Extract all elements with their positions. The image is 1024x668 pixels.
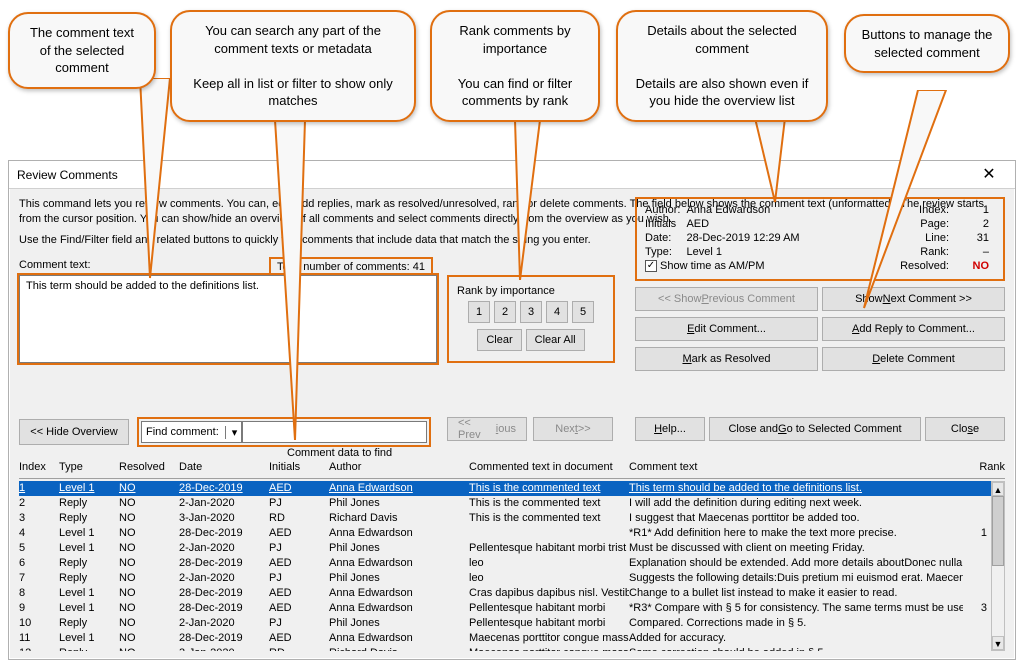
show-previous-button[interactable]: << Show Previous Comment [635, 287, 818, 311]
rank-clear-button[interactable]: Clear [477, 329, 521, 351]
comment-text-label: Comment text: [19, 259, 91, 271]
edit-comment-button[interactable]: Edit Comment... [635, 317, 818, 341]
rank-3-button[interactable]: 3 [520, 301, 542, 323]
find-mode-select[interactable]: Find comment:▾ [141, 421, 242, 443]
scroll-up-icon[interactable]: ▲ [992, 482, 1004, 496]
table-row[interactable]: 6ReplyNO28-Dec-2019AEDAnna EdwardsonleoE… [19, 556, 991, 571]
table-header: Index Type Resolved Date Initials Author… [19, 461, 1005, 479]
table-row[interactable]: 4Level 1NO28-Dec-2019AEDAnna Edwardson*R… [19, 526, 991, 541]
rank-box: Rank by importance 1 2 3 4 5 Clear Clear… [447, 275, 615, 363]
table-row[interactable]: 10ReplyNO2-Jan-2020PJPhil JonesPellentes… [19, 616, 991, 631]
show-time-checkbox[interactable]: ✓ [645, 260, 657, 272]
scroll-down-icon[interactable]: ▼ [992, 636, 1004, 650]
callout-rank: Rank comments by importance You can find… [430, 10, 600, 122]
table-scrollbar[interactable]: ▲ ▼ [991, 481, 1005, 651]
table-row[interactable]: 11Level 1NO28-Dec-2019AEDAnna EdwardsonM… [19, 631, 991, 646]
chevron-down-icon: ▾ [225, 426, 238, 439]
close-icon[interactable]: ✕ [969, 165, 1009, 185]
rank-clear-all-button[interactable]: Clear All [526, 329, 585, 351]
table-row[interactable]: 3ReplyNO3-Jan-2020RDRichard DavisThis is… [19, 511, 991, 526]
table-row[interactable]: 5Level 1NO2-Jan-2020PJPhil JonesPellente… [19, 541, 991, 556]
delete-comment-button[interactable]: Delete Comment [822, 347, 1005, 371]
callout-comment-text: The comment text of the selected comment [8, 12, 156, 89]
table-row[interactable]: 1Level 1NO28-Dec-2019AEDAnna EdwardsonTh… [19, 481, 991, 496]
comment-text-field[interactable]: This term should be added to the definit… [19, 275, 437, 363]
rank-5-button[interactable]: 5 [572, 301, 594, 323]
table-row[interactable]: 8Level 1NO28-Dec-2019AEDAnna EdwardsonCr… [19, 586, 991, 601]
callout-details: Details about the selected comment Detai… [616, 10, 828, 122]
table-row[interactable]: 2ReplyNO2-Jan-2020PJPhil JonesThis is th… [19, 496, 991, 511]
find-sublabel: Comment data to find [287, 447, 392, 459]
table-row[interactable]: 12ReplyNO3-Jan-2020RDRichard DavisMaecen… [19, 646, 991, 651]
scroll-thumb[interactable] [992, 496, 1004, 566]
comment-details-box: Author:Anna Edwardson InitialsAED Date:2… [635, 197, 1005, 281]
table-row[interactable]: 9Level 1NO28-Dec-2019AEDAnna EdwardsonPe… [19, 601, 991, 616]
callout-search: You can search any part of the comment t… [170, 10, 416, 122]
action-buttons-panel: << Show Previous Comment Show Next Comme… [635, 287, 1005, 373]
rank-4-button[interactable]: 4 [546, 301, 568, 323]
table-row[interactable]: 7ReplyNO2-Jan-2020PJPhil JonesleoSuggest… [19, 571, 991, 586]
callout-buttons: Buttons to manage the selected comment [844, 14, 1010, 73]
comments-table[interactable]: 1Level 1NO28-Dec-2019AEDAnna EdwardsonTh… [19, 481, 991, 651]
hide-overview-button[interactable]: << Hide Overview [19, 419, 129, 445]
rank-2-button[interactable]: 2 [494, 301, 516, 323]
add-reply-button[interactable]: Add Reply to Comment... [822, 317, 1005, 341]
window-title: Review Comments [17, 168, 118, 182]
rank-1-button[interactable]: 1 [468, 301, 490, 323]
mark-resolved-button[interactable]: Mark as Resolved [635, 347, 818, 371]
